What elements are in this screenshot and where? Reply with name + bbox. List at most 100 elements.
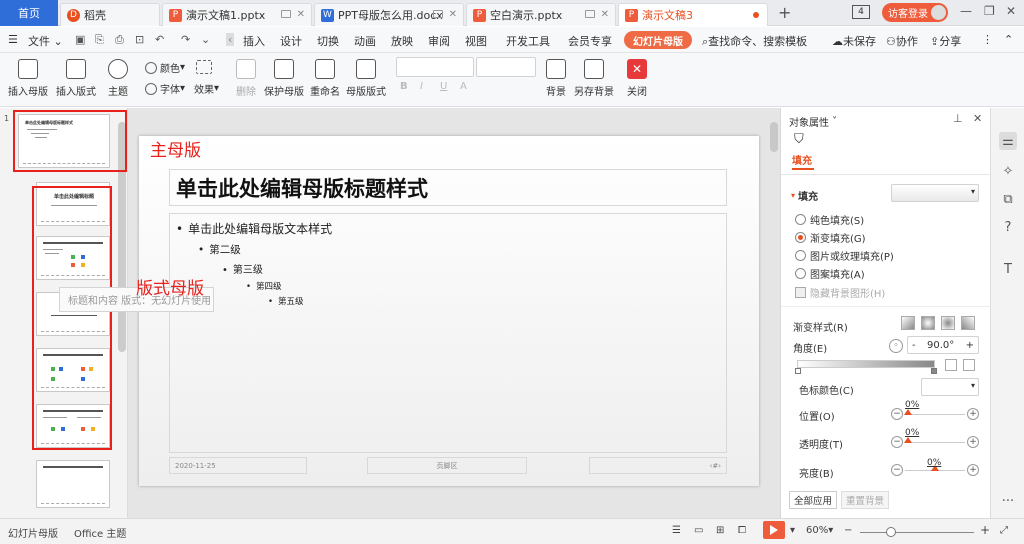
print-icon[interactable]: ⎙ <box>115 33 124 47</box>
tab-slide-master[interactable]: 幻灯片母版 <box>624 31 692 49</box>
sorter-view-icon[interactable]: ⊞ <box>716 525 724 536</box>
position-plus[interactable]: + <box>967 408 979 420</box>
stop-color-select[interactable]: ▾ <box>921 378 979 396</box>
zoom-in-button[interactable]: + <box>980 523 990 537</box>
reading-view-icon[interactable]: ⧠ <box>738 525 746 536</box>
remove-stop-icon[interactable] <box>963 359 975 371</box>
radio-gradient-fill[interactable]: 渐变填充(G) <box>795 230 866 245</box>
gradient-stop-bar[interactable] <box>797 360 935 368</box>
font-button[interactable]: 字体 ▾ <box>145 81 185 96</box>
transparency-slider[interactable] <box>905 442 965 443</box>
gradient-stop-handle[interactable] <box>931 368 937 374</box>
font-color-button[interactable]: A <box>460 81 467 92</box>
menu-insert[interactable]: 插入 <box>243 33 265 49</box>
rename-button[interactable]: 重命名 <box>310 59 340 98</box>
menu-design[interactable]: 设计 <box>280 33 302 49</box>
chevron-up-icon[interactable]: ⌃ <box>1004 33 1013 46</box>
apply-all-button[interactable]: 全部应用 <box>789 491 837 509</box>
insert-layout-button[interactable]: 插入版式 <box>56 59 96 98</box>
italic-button[interactable]: I <box>420 81 423 92</box>
zoom-slider-thumb[interactable] <box>886 527 896 537</box>
file-menu[interactable]: 文件 ⌄ <box>28 33 63 49</box>
transparency-plus[interactable]: + <box>967 436 979 448</box>
effect-preview[interactable] <box>196 60 215 74</box>
menu-view[interactable]: 视图 <box>465 33 487 49</box>
help-icon[interactable]: ? <box>999 218 1017 236</box>
undo-icon[interactable]: ↶ <box>155 33 164 46</box>
zoom-slider[interactable] <box>860 532 974 533</box>
restore-icon[interactable]: ❐ <box>984 4 995 18</box>
tab-docx[interactable]: W PPT母版怎么用.docx ✕ <box>314 3 464 26</box>
preview-icon[interactable]: ⊡ <box>135 33 144 46</box>
pin-icon[interactable]: ⊥ <box>953 112 963 125</box>
gradient-linear-icon[interactable] <box>901 316 915 330</box>
close-icon[interactable]: ✕ <box>973 112 982 125</box>
zoom-value[interactable]: 60%▾ <box>806 525 833 536</box>
play-dropdown-icon[interactable]: ▾ <box>790 525 795 536</box>
more-icon[interactable]: ⋮ <box>982 33 993 46</box>
notes-icon[interactable]: ☰ <box>672 525 681 536</box>
slide-body-placeholder[interactable]: 单击此处编辑母版文本样式 第二级 第三级 第四级 第五级 <box>169 213 727 453</box>
master-layout-button[interactable]: 母版版式 <box>346 59 386 98</box>
collapse-icon[interactable]: ‹ <box>226 33 235 46</box>
fill-bucket-icon[interactable]: ⛉ <box>794 132 804 147</box>
close-icon[interactable]: ✕ <box>601 9 609 20</box>
properties-icon[interactable]: ⚌ <box>999 132 1017 150</box>
menu-slideshow[interactable]: 放映 <box>391 33 413 49</box>
menu-review[interactable]: 审阅 <box>428 33 450 49</box>
window-count-badge[interactable]: 4 <box>852 5 870 19</box>
gradient-rect-icon[interactable] <box>941 316 955 330</box>
canvas-scrollbar[interactable] <box>770 122 778 152</box>
delete-button[interactable]: 删除 <box>236 59 256 98</box>
save-icon[interactable]: ▣ <box>75 33 85 46</box>
menu-transition[interactable]: 切换 <box>317 33 339 49</box>
radio-picture-fill[interactable]: 图片或纹理填充(P) <box>795 248 894 263</box>
gradient-path-icon[interactable] <box>961 316 975 330</box>
tab-docer[interactable]: D 稻壳 <box>60 3 160 26</box>
color-button[interactable]: 颜色 ▾ <box>145 60 185 75</box>
tab-blank[interactable]: P 空白演示.pptx ✕ <box>466 3 616 26</box>
background-button[interactable]: 背景 <box>546 59 566 98</box>
save-background-button[interactable]: 另存背景 <box>574 59 614 98</box>
footer-number[interactable]: ‹#› <box>589 457 727 474</box>
slide[interactable]: 单击此处编辑母版标题样式 单击此处编辑母版文本样式 第二级 第三级 第四级 第五… <box>139 136 759 486</box>
menu-developer[interactable]: 开发工具 <box>506 33 550 49</box>
close-icon[interactable]: ✕ <box>449 9 457 20</box>
home-tab[interactable]: 首页 <box>0 0 58 26</box>
tab-fill[interactable]: 填充 <box>792 152 812 167</box>
font-size-select[interactable] <box>476 57 536 77</box>
animation-icon[interactable]: ✧ <box>999 162 1017 180</box>
brightness-minus[interactable]: − <box>891 464 903 476</box>
brightness-plus[interactable]: + <box>967 464 979 476</box>
collab-button[interactable]: ⚇协作 <box>886 33 918 49</box>
hide-bg-checkbox[interactable]: 隐藏背景图形(H) <box>795 285 885 300</box>
tab-ppt1[interactable]: P 演示文稿1.pptx ✕ <box>162 3 312 26</box>
gradient-radial-icon[interactable] <box>921 316 935 330</box>
layout-thumbnail-title-only[interactable] <box>36 460 110 508</box>
fit-window-icon[interactable]: ⤢ <box>1000 525 1008 536</box>
export-icon[interactable]: ⎘ <box>95 33 104 47</box>
login-button[interactable]: 访客登录 <box>882 3 948 22</box>
slide-title-placeholder[interactable]: 单击此处编辑母版标题样式 <box>169 169 727 206</box>
tab-ppt3[interactable]: P 演示文稿3 <box>618 3 768 26</box>
angle-dial-icon[interactable]: ◦ <box>889 339 903 353</box>
hamburger-icon[interactable]: ☰ <box>8 33 18 46</box>
unsaved-button[interactable]: ☁未保存 <box>832 33 876 49</box>
menu-animation[interactable]: 动画 <box>354 33 376 49</box>
more-icon[interactable]: ··· <box>999 492 1017 510</box>
play-slideshow-button[interactable] <box>763 521 785 539</box>
close-master-button[interactable]: ✕ 关闭 <box>627 59 647 98</box>
add-stop-icon[interactable] <box>945 359 957 371</box>
fill-preset-select[interactable]: ▾ <box>891 184 979 202</box>
position-slider[interactable] <box>905 414 965 415</box>
protect-master-button[interactable]: 保护母版 <box>264 59 304 98</box>
add-tab-button[interactable]: + <box>778 3 791 22</box>
effect-button[interactable]: 效果 ▾ <box>194 81 219 96</box>
search-command[interactable]: ⌕查找命令、搜索模板 <box>702 33 807 49</box>
underline-button[interactable]: U <box>440 81 447 92</box>
reset-background-button[interactable]: 重置背景 <box>841 491 889 509</box>
angle-plus-button[interactable]: + <box>966 340 974 351</box>
close-window-icon[interactable]: ✕ <box>1006 4 1016 18</box>
redo-icon[interactable]: ↷ <box>181 33 190 46</box>
insert-master-button[interactable]: 插入母版 <box>8 59 48 98</box>
